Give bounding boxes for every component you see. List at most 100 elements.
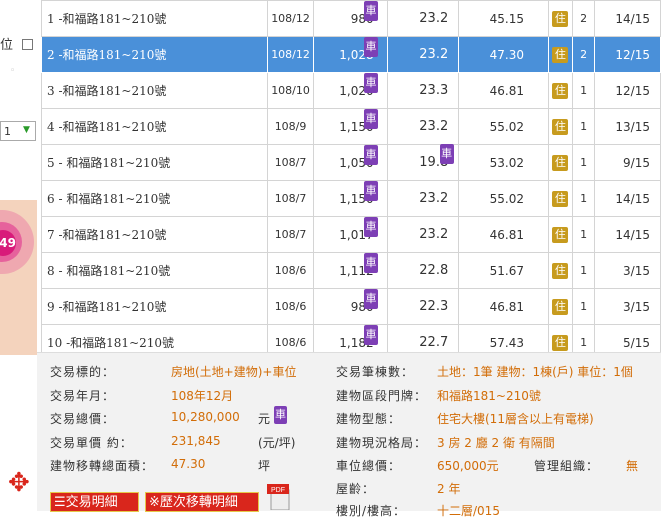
date-cell: 108/12 bbox=[267, 36, 314, 73]
area-value: 23.3 bbox=[419, 83, 449, 98]
cluster-marker[interactable]: 49 bbox=[0, 230, 16, 256]
parking-icon: 車 bbox=[364, 36, 378, 57]
address-cell: 9 -和福路181~210號 bbox=[40, 288, 269, 325]
room-cell: 1 bbox=[571, 288, 596, 325]
layout-label: 建物現況格局： bbox=[336, 436, 428, 450]
address-cell: 2 -和福路181~210號 bbox=[40, 36, 269, 73]
floor-cell: 9/15 bbox=[594, 144, 661, 181]
row-number: 5 bbox=[47, 156, 55, 170]
row-number: 7 bbox=[47, 228, 55, 242]
row-address: -和福路181~210號 bbox=[58, 228, 167, 242]
room-cell: 2 bbox=[571, 36, 596, 73]
price-cell: 980 車 bbox=[313, 0, 388, 37]
row-number: 3 bbox=[47, 84, 55, 98]
row-number: 2 bbox=[47, 48, 55, 62]
price-cell: 1,050 車 bbox=[313, 144, 388, 181]
parking-icon: 車 bbox=[364, 324, 378, 345]
transaction-detail-button[interactable]: ☰交易明細 bbox=[50, 492, 139, 512]
pdf-icon[interactable]: PDF bbox=[265, 484, 293, 510]
mgmt-label: 管理組織： bbox=[534, 459, 600, 473]
price-cell: 1,150 車 bbox=[313, 108, 388, 145]
unit-price-cell: 51.67 bbox=[458, 252, 550, 289]
floor-cell: 12/15 bbox=[594, 72, 661, 109]
floor-cell: 3/15 bbox=[594, 252, 661, 289]
area-cell: 22.8 bbox=[386, 252, 460, 289]
area-value: 22.7 bbox=[419, 335, 449, 350]
table-row[interactable]: 5 - 和福路181~210號 108/7 1,050 車 19.8 車 53.02 住 1 9/… bbox=[40, 144, 661, 181]
row-number: 4 bbox=[47, 120, 55, 134]
table-row[interactable]: 3 -和福路181~210號 108/10 1,020 車 23.3 46.81 住 1 12/… bbox=[40, 72, 661, 109]
area-value: 23.2 bbox=[419, 191, 449, 206]
table-row[interactable]: 8 - 和福路181~210號 108/6 1,112 車 22.8 51.67 住 1 3/1… bbox=[40, 252, 661, 289]
parking-icon: 車 bbox=[274, 406, 287, 424]
total-unit: 元 bbox=[258, 412, 271, 426]
unit-price-cell: 45.15 bbox=[458, 0, 550, 37]
table-row[interactable]: 7 -和福路181~210號 108/7 1,017 車 23.2 46.81 住 1 14/1… bbox=[40, 216, 661, 253]
parking-icon: 車 bbox=[439, 144, 454, 164]
address-cell: 1 -和福路181~210號 bbox=[40, 0, 269, 37]
row-address: -和福路181~210號 bbox=[58, 300, 167, 314]
area-value: 23.2 bbox=[419, 11, 449, 26]
move-arrows-icon[interactable]: ✥ bbox=[8, 470, 30, 496]
room-cell: 1 bbox=[571, 108, 596, 145]
parking-icon: 車 bbox=[364, 216, 378, 237]
floor-label: 樓別/樓高： bbox=[336, 504, 407, 518]
date-cell: 108/12 bbox=[267, 0, 314, 37]
row-address: - 和福路181~210號 bbox=[58, 264, 171, 278]
addr-value: 和福路181~210號 bbox=[437, 389, 541, 403]
parking-icon: 車 bbox=[364, 180, 378, 201]
table-row[interactable]: 1 -和福路181~210號 108/12 980 車 23.2 45.15 住 2 14/15 bbox=[40, 0, 661, 37]
price-cell: 1,112 車 bbox=[313, 252, 388, 289]
area-cell: 22.3 bbox=[386, 288, 460, 325]
subject-value: 房地(土地+建物)+車位 bbox=[171, 365, 297, 379]
table-row[interactable]: 6 - 和福路181~210號 108/7 1,150 車 23.2 55.02 住 1 14/… bbox=[40, 180, 661, 217]
type-cell: 住 bbox=[548, 216, 573, 253]
type-cell: 住 bbox=[548, 72, 573, 109]
unit-price-cell: 46.81 bbox=[458, 72, 550, 109]
row-number: 8 bbox=[47, 264, 55, 278]
row-number: 1 bbox=[47, 12, 55, 26]
parking-icon: 車 bbox=[364, 108, 378, 129]
ym-value: 108年12月 bbox=[171, 389, 234, 403]
area-value: 23.2 bbox=[419, 119, 449, 134]
row-number: 10 bbox=[47, 336, 63, 350]
residence-icon: 住 bbox=[552, 118, 569, 135]
unitprice-label: 交易單價 約： bbox=[50, 436, 133, 450]
residence-icon: 住 bbox=[552, 10, 569, 27]
row-number: 9 bbox=[47, 300, 55, 314]
address-cell: 7 -和福路181~210號 bbox=[40, 216, 269, 253]
room-cell: 1 bbox=[571, 72, 596, 109]
type-cell: 住 bbox=[548, 108, 573, 145]
left-panel: 位 ◦ 1 ▼ 49 ✥ bbox=[0, 0, 37, 510]
price-cell: 1,150 車 bbox=[313, 180, 388, 217]
area-cell: 23.2 bbox=[386, 180, 460, 217]
address-cell: 3 -和福路181~210號 bbox=[40, 72, 269, 109]
table-row[interactable]: 9 -和福路181~210號 108/6 980 車 22.3 46.81 住 1 3/15 bbox=[40, 288, 661, 325]
table-row[interactable]: 2 -和福路181~210號 108/12 1,028 車 23.2 47.30 住 2 12/… bbox=[40, 36, 661, 73]
floor-value: 十二層/015 bbox=[437, 504, 500, 518]
parking-icon: 車 bbox=[364, 0, 378, 21]
parking-icon: 車 bbox=[364, 144, 378, 165]
transaction-table: 1 -和福路181~210號 108/12 980 車 23.2 45.15 住 2 14/15… bbox=[40, 0, 661, 361]
area-value: 47.30 bbox=[171, 457, 206, 471]
room-cell: 1 bbox=[571, 180, 596, 217]
layout-value: 3 房 2 廳 2 衛 有隔間 bbox=[437, 436, 555, 450]
count-select[interactable]: 1 ▼ bbox=[0, 121, 36, 141]
table-row[interactable]: 4 -和福路181~210號 108/9 1,150 車 23.2 55.02 住 1 13/1… bbox=[40, 108, 661, 145]
area-value: 22.3 bbox=[419, 299, 449, 314]
row-address: - 和福路181~210號 bbox=[58, 192, 171, 206]
area-cell: 23.3 bbox=[386, 72, 460, 109]
floor-cell: 13/15 bbox=[594, 108, 661, 145]
type-cell: 住 bbox=[548, 0, 573, 37]
btype-label: 建物型態： bbox=[336, 412, 402, 426]
transfer-history-button[interactable]: ※歷次移轉明細 bbox=[145, 492, 259, 512]
floor-cell: 12/15 bbox=[594, 36, 661, 73]
checkbox[interactable] bbox=[22, 39, 33, 50]
date-cell: 108/7 bbox=[267, 180, 314, 217]
parking-icon: 車 bbox=[364, 288, 378, 309]
residence-icon: 住 bbox=[552, 154, 569, 171]
map-view[interactable]: 49 bbox=[0, 200, 37, 355]
parking-label: 車位總價： bbox=[336, 459, 402, 473]
row-address: -和福路181~210號 bbox=[58, 120, 167, 134]
select-value: 1 bbox=[4, 125, 11, 138]
